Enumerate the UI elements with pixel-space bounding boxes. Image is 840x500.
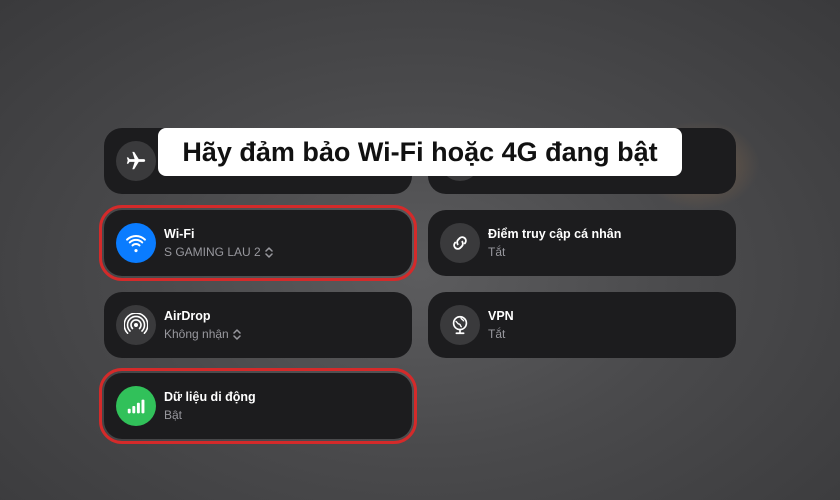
cellular-data-tile[interactable]: Dữ liệu di động Bật [99, 368, 417, 444]
hotspot-title: Điểm truy cập cá nhân [488, 227, 622, 241]
airdrop-title: AirDrop [164, 309, 211, 323]
hotspot-status: Tắt [488, 245, 506, 259]
instruction-banner: Hãy đảm bảo Wi-Fi hoặc 4G đang bật [158, 128, 682, 176]
vpn-tile[interactable]: VPN Tắt [428, 292, 736, 358]
vpn-title: VPN [488, 309, 514, 323]
cellular-status: Bật [164, 408, 183, 422]
vpn-status: Tắt [488, 327, 506, 341]
cellular-bars-icon[interactable] [116, 386, 156, 426]
airdrop-icon[interactable] [116, 305, 156, 345]
airdrop-setting-label: Không nhận [164, 327, 229, 341]
chevron-updown-icon [232, 328, 241, 340]
airdrop-tile[interactable]: AirDrop Không nhận [104, 292, 412, 358]
wifi-network-label: S GAMING LAU 2 [164, 245, 261, 259]
airdrop-setting[interactable]: Không nhận [164, 326, 241, 342]
wifi-network-name[interactable]: S GAMING LAU 2 [164, 244, 273, 260]
personal-hotspot-tile[interactable]: Điểm truy cập cá nhân Tắt [428, 210, 736, 276]
hotspot-link-icon[interactable] [440, 223, 480, 263]
vpn-globe-icon[interactable] [440, 305, 480, 345]
chevron-updown-icon [264, 246, 273, 258]
wifi-tile[interactable]: Wi-Fi S GAMING LAU 2 [99, 205, 417, 281]
wifi-title: Wi-Fi [164, 227, 195, 241]
wifi-icon[interactable] [116, 223, 156, 263]
airplane-icon [116, 141, 156, 181]
cellular-title: Dữ liệu di động [164, 390, 256, 404]
